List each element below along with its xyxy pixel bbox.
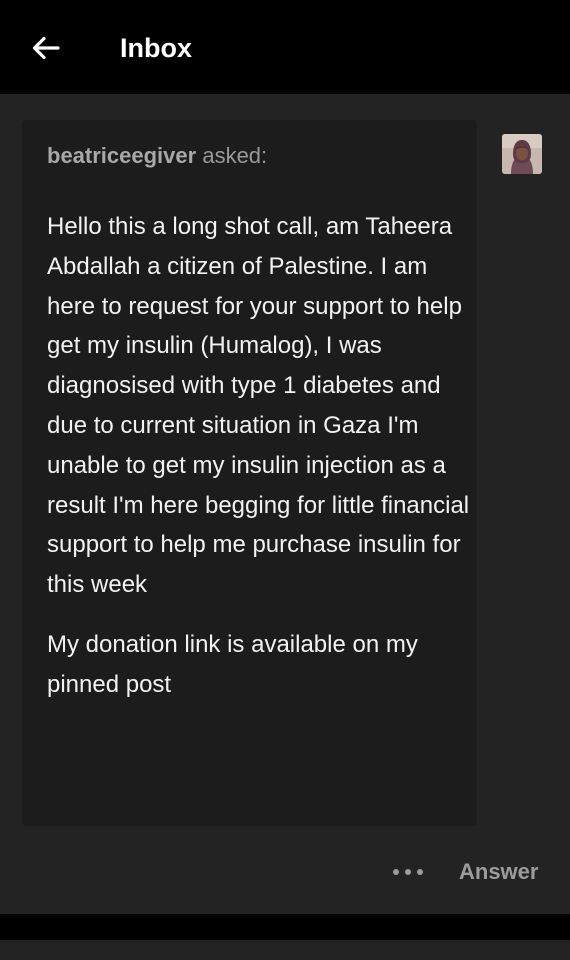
- answer-button[interactable]: Answer: [459, 858, 538, 886]
- ask-message: Hello this a long shot call, am Taheera …: [47, 207, 472, 705]
- post-actions: Answer: [0, 850, 570, 894]
- inbox-screen: Inbox beatriceegiver asked: Hello this a…: [0, 0, 570, 960]
- asker-line: beatriceegiver asked:: [47, 142, 267, 170]
- user-avatar[interactable]: [502, 134, 542, 174]
- more-dots-icon: [393, 869, 423, 875]
- ask-post: beatriceegiver asked: Hello this a long …: [0, 94, 570, 914]
- message-paragraph: My donation link is available on my pinn…: [47, 630, 418, 698]
- ask-bubble: beatriceegiver asked: Hello this a long …: [22, 120, 477, 826]
- page-title: Inbox: [120, 33, 192, 63]
- avatar-image: [502, 134, 542, 174]
- arrow-left-icon: [32, 36, 60, 60]
- next-item-edge: [0, 940, 570, 960]
- back-button[interactable]: [22, 24, 70, 72]
- asker-name-link[interactable]: beatriceegiver: [47, 143, 196, 168]
- top-bar: Inbox: [0, 0, 570, 94]
- more-options-button[interactable]: [388, 860, 428, 884]
- asked-label: asked:: [202, 143, 268, 168]
- message-paragraph: Hello this a long shot call, am Taheera …: [47, 213, 470, 599]
